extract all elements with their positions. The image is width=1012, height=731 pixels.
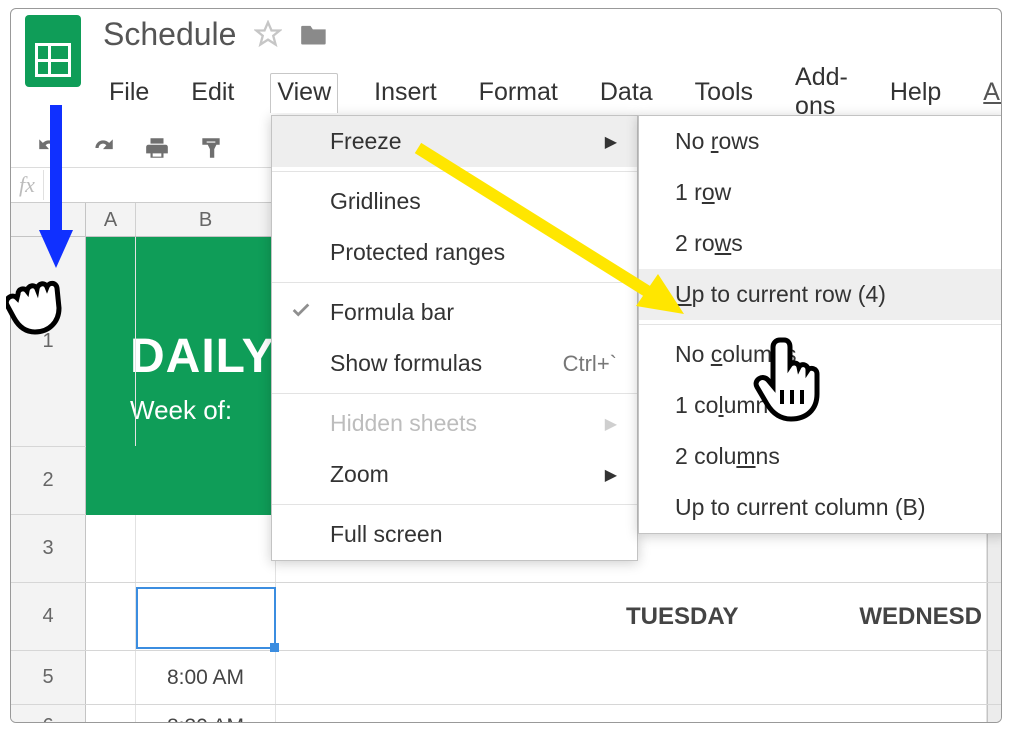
fx-label: fx — [19, 172, 35, 198]
submenu-arrow-icon: ▶ — [605, 414, 617, 434]
annotation-blue-arrow-icon — [36, 100, 76, 275]
col-header-b[interactable]: B — [136, 203, 276, 236]
submenu-arrow-icon: ▶ — [605, 465, 617, 485]
view-hidden-sheets-label: Hidden sheets — [330, 410, 477, 437]
col-header-a[interactable]: A — [86, 203, 136, 236]
view-freeze-label: Freeze — [330, 128, 402, 155]
doc-title[interactable]: Schedule — [103, 15, 236, 53]
view-zoom-label: Zoom — [330, 461, 389, 488]
freeze-up-to-column[interactable]: Up to current column (B) — [639, 482, 1002, 533]
annotation-grab-cursor-icon — [6, 264, 82, 341]
view-protected-ranges[interactable]: Protected ranges — [272, 227, 637, 278]
freeze-no-rows[interactable]: No rows — [639, 116, 1002, 167]
view-hidden-sheets: Hidden sheets ▶ — [272, 398, 637, 449]
paint-format-icon[interactable] — [197, 135, 225, 161]
freeze-up-to-row[interactable]: Up to current row (4) — [639, 269, 1002, 320]
folder-icon[interactable] — [300, 22, 328, 46]
check-icon — [290, 299, 312, 327]
menu-file[interactable]: File — [103, 74, 155, 113]
freeze-2-rows-label: 2 rows — [675, 230, 743, 257]
row-header-2[interactable]: 2 — [11, 447, 86, 514]
cell-b6[interactable]: 8:30 AM — [136, 705, 276, 723]
cell-b5[interactable]: 8:00 AM — [136, 651, 276, 704]
row-header-5[interactable]: 5 — [11, 651, 86, 704]
freeze-1-row-label: 1 row — [675, 179, 731, 206]
freeze-2-columns[interactable]: 2 columns — [639, 431, 1002, 482]
menu-edit[interactable]: Edit — [185, 74, 240, 113]
row-header-3[interactable]: 3 — [11, 515, 86, 582]
menu-insert[interactable]: Insert — [368, 74, 443, 113]
banner-subtitle: Week of: — [130, 395, 232, 426]
menu-all-changes[interactable]: All — [977, 74, 1002, 113]
view-full-screen-label: Full screen — [330, 521, 442, 548]
menu-view[interactable]: View — [270, 73, 338, 113]
annotation-pointer-cursor-icon — [748, 332, 838, 427]
view-show-formulas-label: Show formulas — [330, 350, 482, 377]
view-protected-label: Protected ranges — [330, 239, 505, 266]
view-formula-bar[interactable]: Formula bar — [272, 287, 637, 338]
view-formula-bar-label: Formula bar — [330, 299, 454, 326]
menu-tools[interactable]: Tools — [689, 74, 759, 113]
menu-data[interactable]: Data — [594, 74, 659, 113]
view-dropdown: Freeze ▶ Gridlines Protected ranges Form… — [271, 115, 638, 561]
day-wednesday: WEDNESD — [859, 603, 982, 631]
menu-help[interactable]: Help — [884, 74, 947, 113]
view-full-screen[interactable]: Full screen — [272, 509, 637, 560]
freeze-no-rows-label: No rows — [675, 128, 759, 155]
freeze-2-columns-label: 2 columns — [675, 443, 780, 470]
day-tuesday: TUESDAY — [626, 603, 738, 631]
view-gridlines-label: Gridlines — [330, 188, 421, 215]
sheets-logo-icon — [25, 15, 81, 87]
freeze-up-to-column-label: Up to current column (B) — [675, 494, 926, 521]
star-icon[interactable] — [254, 20, 282, 48]
row-header-6[interactable]: 6 — [11, 705, 86, 723]
freeze-1-row[interactable]: 1 row — [639, 167, 1002, 218]
view-zoom[interactable]: Zoom ▶ — [272, 449, 637, 500]
freeze-submenu: No rows 1 row 2 rows Up to current row (… — [638, 115, 1002, 534]
view-gridlines[interactable]: Gridlines — [272, 176, 637, 227]
view-freeze[interactable]: Freeze ▶ — [272, 116, 637, 167]
freeze-up-to-row-label: Up to current row (4) — [675, 281, 886, 308]
freeze-2-rows[interactable]: 2 rows — [639, 218, 1002, 269]
menu-format[interactable]: Format — [473, 74, 564, 113]
shortcut-label: Ctrl+` — [563, 351, 617, 377]
banner-title: DAILY — [130, 329, 275, 384]
print-icon[interactable] — [143, 135, 171, 161]
submenu-arrow-icon: ▶ — [605, 132, 617, 152]
redo-icon[interactable] — [89, 135, 117, 161]
row-header-4[interactable]: 4 — [11, 583, 86, 650]
view-show-formulas[interactable]: Show formulas Ctrl+` — [272, 338, 637, 389]
doc-header: Schedule File Edit View Insert Format Da… — [11, 9, 1001, 127]
